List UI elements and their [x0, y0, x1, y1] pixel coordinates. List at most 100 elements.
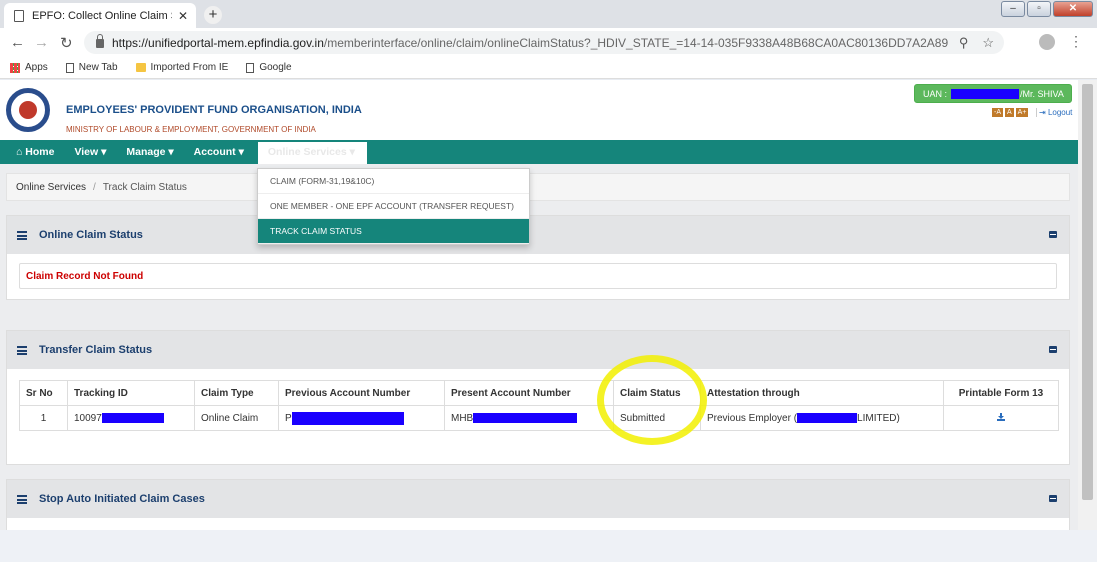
claim-not-found-message: Claim Record Not Found: [19, 263, 1057, 289]
col-claim-type: Claim Type: [194, 380, 279, 406]
cell-claim-type: Online Claim: [194, 405, 279, 431]
nav-account[interactable]: Account ▾: [194, 146, 244, 158]
redacted-uan: [951, 88, 1020, 99]
menu-item-transfer-request[interactable]: ONE MEMBER - ONE EPF ACCOUNT (TRANSFER R…: [258, 194, 529, 219]
nav-home[interactable]: ⌂ Home: [16, 146, 54, 158]
tab-title: EPFO: Collect Online Claim Status: [32, 9, 172, 22]
online-services-dropdown: CLAIM (FORM-31,19&10C) ONE MEMBER - ONE …: [257, 168, 530, 245]
main-navbar: ⌂ Home View ▾ Manage ▾ Account ▾ Online …: [0, 140, 1078, 164]
menu-icon: [17, 230, 27, 240]
breadcrumb-separator: /: [93, 181, 96, 193]
forward-arrow-icon[interactable]: →: [34, 34, 49, 51]
star-icon[interactable]: ☆: [982, 35, 994, 51]
table-header-row: Sr No Tracking ID Claim Type Previous Ac…: [19, 380, 1059, 406]
url-host: https://unifiedportal-mem.epfindia.gov.i…: [112, 35, 324, 50]
transfer-claim-table: Sr No Tracking ID Claim Type Previous Ac…: [19, 380, 1059, 431]
table-row: 1 10097 Online Claim P MHB Submitted Pre…: [19, 405, 1059, 431]
address-bar[interactable]: https://unifiedportal-mem.epfindia.gov.i…: [84, 31, 1004, 54]
font-normal-button[interactable]: A: [1005, 108, 1014, 117]
bookmark-imported[interactable]: Imported From IE: [135, 62, 228, 73]
breadcrumb: Online Services / Track Claim Status: [6, 173, 1070, 201]
breadcrumb-online-services[interactable]: Online Services: [16, 182, 86, 193]
back-arrow-icon[interactable]: ←: [10, 34, 25, 51]
bookmark-google[interactable]: Google: [246, 62, 292, 73]
font-decrease-button[interactable]: -A: [992, 108, 1003, 117]
col-printable-form: Printable Form 13: [943, 380, 1059, 406]
panel-title: Stop Auto Initiated Claim Cases: [39, 493, 205, 505]
menu-item-claim-form[interactable]: CLAIM (FORM-31,19&10C): [258, 169, 529, 194]
profile-avatar[interactable]: [1039, 33, 1055, 50]
redacted-tracking-id: [101, 412, 164, 423]
col-present-account: Present Account Number: [444, 380, 614, 406]
bookmark-apps[interactable]: Apps: [10, 62, 48, 73]
panel-title: Transfer Claim Status: [39, 344, 153, 356]
folder-icon: [135, 63, 146, 72]
new-tab-button[interactable]: +: [204, 6, 222, 24]
bookmark-new-tab[interactable]: New Tab: [65, 62, 118, 73]
close-window-button[interactable]: ✕: [1053, 1, 1093, 17]
collapse-icon[interactable]: [1049, 495, 1057, 502]
nav-manage[interactable]: Manage ▾: [126, 146, 173, 158]
apps-grid-icon: [10, 62, 20, 73]
page-icon: [246, 62, 255, 73]
org-name: EMPLOYEES' PROVIDENT FUND ORGANISATION, …: [66, 104, 362, 116]
window-controls: – ▫ ✕: [1001, 1, 1093, 17]
redacted-previous-account: [291, 411, 404, 425]
font-size-controls: -A A A+: [992, 108, 1029, 117]
logout-link[interactable]: ⇥ Logout: [1036, 108, 1072, 117]
browser-tab[interactable]: EPFO: Collect Online Claim Status ✕: [4, 3, 196, 28]
font-increase-button[interactable]: A+: [1015, 108, 1029, 117]
transfer-claim-panel: Transfer Claim Status Sr No Tracking ID …: [6, 330, 1070, 465]
panel-header: Stop Auto Initiated Claim Cases: [7, 480, 1069, 518]
bookmarks-bar: Apps New Tab Imported From IE Google: [0, 57, 1097, 79]
page-icon: [65, 62, 74, 73]
page-icon: [14, 9, 24, 22]
col-tracking-id: Tracking ID: [67, 380, 195, 406]
epfo-logo: [6, 88, 50, 132]
scrollbar-thumb[interactable]: [1082, 84, 1093, 500]
menu-icon: [17, 345, 27, 355]
home-icon: ⌂: [16, 146, 23, 158]
bottom-strip: [0, 530, 1097, 562]
collapse-icon[interactable]: [1049, 231, 1057, 238]
online-claim-panel: Online Claim Status Claim Record Not Fou…: [6, 215, 1070, 300]
nav-online-services[interactable]: Online Services ▾: [257, 142, 367, 164]
uan-badge: UAN :/Mr. SHIVA: [914, 84, 1072, 103]
collapse-icon[interactable]: [1049, 346, 1057, 353]
nav-view[interactable]: View ▾: [74, 146, 106, 158]
minimize-button[interactable]: –: [1001, 1, 1025, 17]
cell-claim-status: Submitted: [613, 405, 701, 431]
col-sr-no: Sr No: [19, 380, 68, 406]
cell-present-account: MHB: [444, 405, 614, 431]
cell-printable-form: [943, 405, 1059, 431]
close-tab-icon[interactable]: ✕: [178, 9, 188, 23]
ministry-name: MINISTRY OF LABOUR & EMPLOYMENT, GOVERNM…: [66, 125, 316, 134]
url-path: /memberinterface/online/claim/onlineClai…: [323, 35, 949, 50]
breadcrumb-current: Track Claim Status: [102, 181, 187, 193]
panel-title: Online Claim Status: [39, 229, 143, 241]
site-header: EMPLOYEES' PROVIDENT FUND ORGANISATION, …: [0, 80, 1078, 140]
col-claim-status: Claim Status: [613, 380, 701, 406]
lock-icon: [96, 34, 104, 48]
menu-item-track-claim[interactable]: TRACK CLAIM STATUS: [258, 219, 529, 244]
maximize-button[interactable]: ▫: [1027, 1, 1051, 17]
menu-dots-icon[interactable]: ⋮: [1069, 33, 1083, 50]
download-icon[interactable]: [997, 412, 1005, 421]
web-page: EMPLOYEES' PROVIDENT FUND ORGANISATION, …: [0, 80, 1078, 562]
browser-tabstrip: EPFO: Collect Online Claim Status ✕ + – …: [0, 0, 1097, 28]
zoom-icon[interactable]: ⚲: [959, 35, 969, 51]
reload-icon[interactable]: ↻: [60, 34, 73, 52]
browser-toolbar: ← → ↻ https://unifiedportal-mem.epfindia…: [0, 28, 1097, 57]
menu-icon: [17, 494, 27, 504]
cell-tracking-id: 10097: [67, 405, 195, 431]
panel-header: Online Claim Status: [7, 216, 1069, 254]
cell-sr-no: 1: [19, 405, 68, 431]
redacted-employer: [797, 412, 858, 423]
redacted-present-account: [473, 412, 578, 423]
panel-header: Transfer Claim Status: [7, 331, 1069, 369]
col-attestation: Attestation through: [700, 380, 944, 406]
col-previous-account: Previous Account Number: [278, 380, 445, 406]
cell-previous-account: P: [278, 405, 445, 431]
page-scrollbar[interactable]: [1078, 80, 1097, 530]
cell-attestation: Previous Employer (LIMITED): [700, 405, 944, 431]
